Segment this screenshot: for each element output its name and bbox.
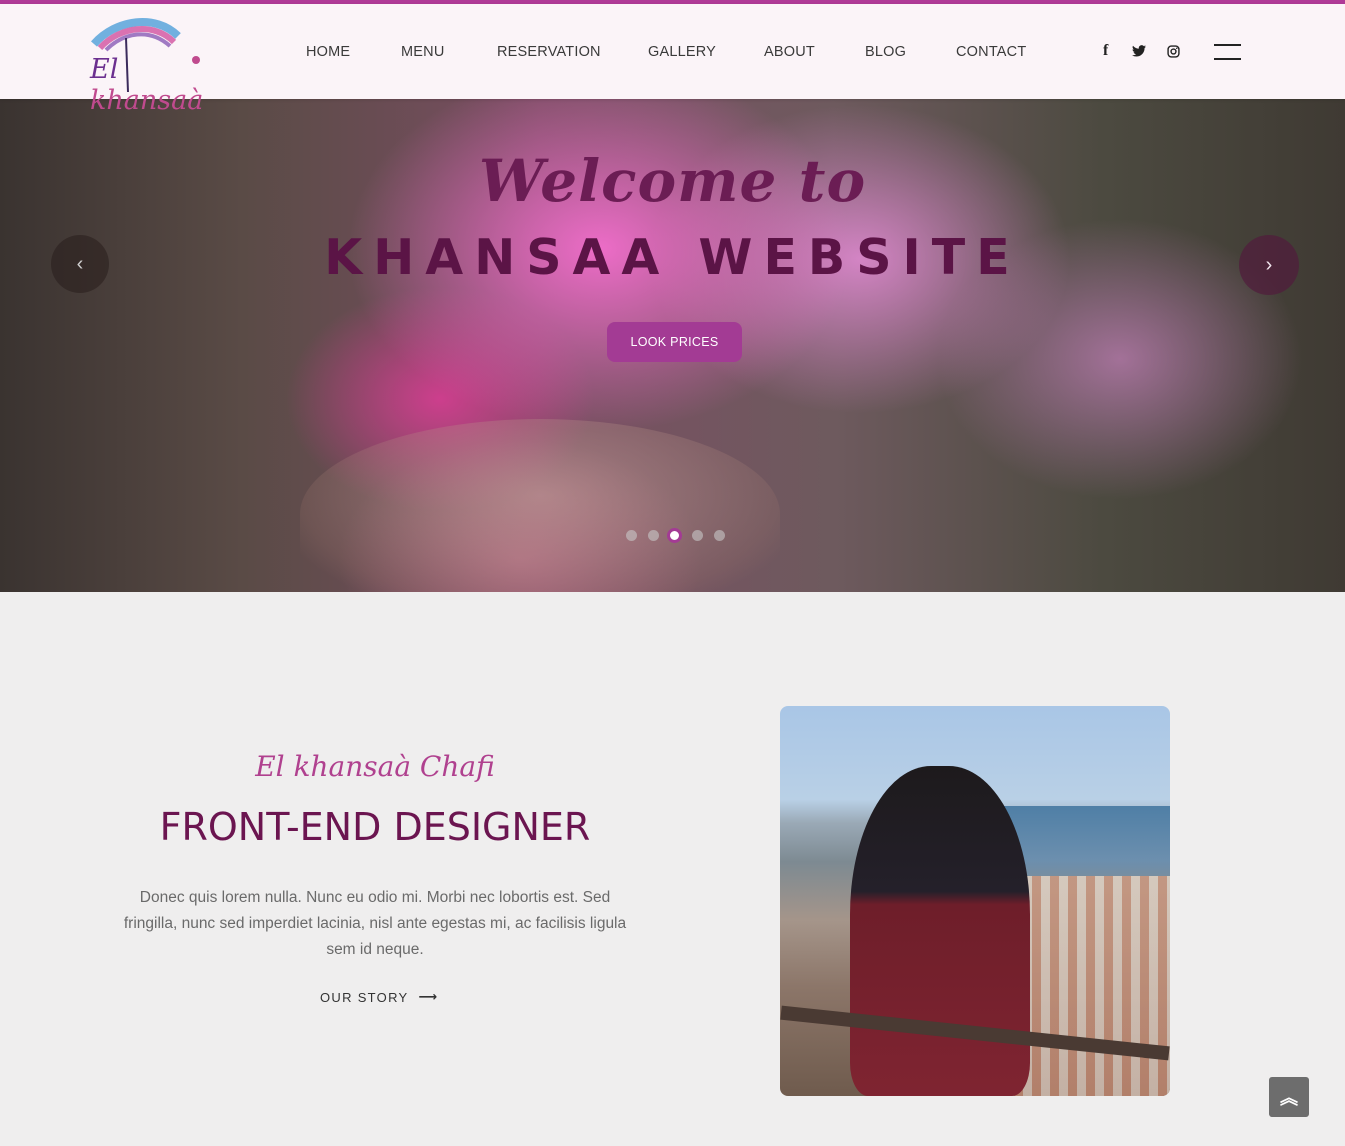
- slider-dot-4[interactable]: [692, 530, 703, 541]
- instagram-icon[interactable]: [1167, 45, 1180, 58]
- site-header: El khansaà HOME MENU RESERVATION GALLERY…: [0, 4, 1345, 116]
- chevron-left-icon: ‹: [76, 252, 84, 275]
- hamburger-line-bottom: [1214, 58, 1241, 60]
- about-description: Donec quis lorem nulla. Nunc eu odio mi.…: [123, 889, 627, 958]
- scroll-to-top-button[interactable]: ︽: [1269, 1077, 1309, 1117]
- nav-reservation[interactable]: RESERVATION: [497, 44, 607, 60]
- slider-dot-3[interactable]: [667, 528, 682, 543]
- twitter-icon[interactable]: [1132, 45, 1146, 57]
- nav-about[interactable]: ABOUT: [764, 44, 829, 60]
- slider-next-button[interactable]: ›: [1239, 235, 1299, 295]
- chevron-right-icon: ›: [1265, 253, 1273, 276]
- hero-welcome-text: Welcome to: [478, 147, 867, 215]
- nav-gallery[interactable]: GALLERY: [648, 44, 728, 60]
- slider-dot-1[interactable]: [626, 530, 637, 541]
- hamburger-line-top: [1214, 44, 1241, 46]
- about-name: El khansaà Chafi: [255, 750, 495, 783]
- photo-person: [850, 766, 1030, 1096]
- double-chevron-up-icon: ︽: [1280, 1088, 1298, 1108]
- nav-blog[interactable]: BLOG: [865, 44, 915, 60]
- our-story-link[interactable]: OUR STORY ⟶: [320, 987, 440, 1007]
- nav-contact[interactable]: CONTACT: [956, 44, 1036, 60]
- site-logo[interactable]: El khansaà: [86, 14, 208, 116]
- logo-text: El khansaà: [90, 54, 204, 116]
- hamburger-icon[interactable]: [1214, 44, 1241, 60]
- slider-dot-2[interactable]: [648, 530, 659, 541]
- look-prices-button[interactable]: LOOK PRICES: [607, 322, 742, 362]
- our-story-label: OUR STORY: [320, 989, 409, 1005]
- nav-menu[interactable]: MENU: [401, 44, 461, 60]
- profile-photo: [780, 706, 1170, 1096]
- about-role-title: FRONT-END DESIGNER: [159, 805, 591, 849]
- facebook-icon[interactable]: f: [1103, 42, 1108, 60]
- hero-slider: Welcome to KHANSAA WEBSITE LOOK PRICES ‹…: [0, 99, 1345, 592]
- hero-title: KHANSAA WEBSITE: [324, 229, 1021, 286]
- nav-home[interactable]: HOME: [306, 44, 366, 60]
- hero-background-image: [300, 419, 780, 592]
- slider-prev-button[interactable]: ‹: [51, 235, 109, 293]
- arrow-right-icon: ⟶: [418, 989, 439, 1004]
- slider-dot-5[interactable]: [714, 530, 725, 541]
